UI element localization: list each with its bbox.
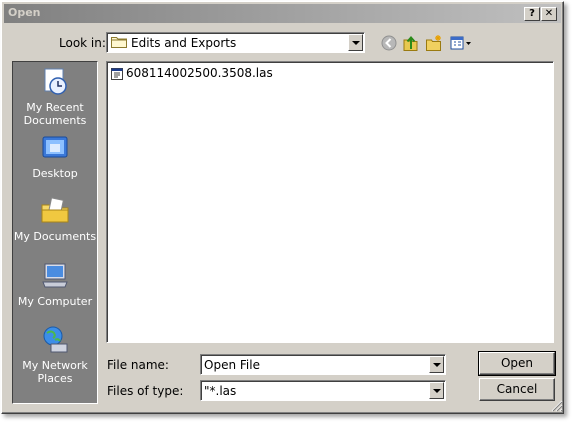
file-name-field[interactable]: Open File — [200, 354, 446, 375]
files-of-type-dropdown[interactable]: "*.las — [200, 380, 446, 401]
dialog-title: Open — [8, 6, 41, 19]
place-label: My Documents — [13, 230, 97, 243]
look-in-dropdown[interactable]: Edits and Exports — [106, 32, 365, 53]
file-list[interactable]: 608114002500.3508.las — [106, 61, 554, 343]
chevron-down-icon[interactable] — [348, 34, 363, 51]
places-bar: My Recent Documents Desktop My Documents… — [12, 61, 98, 404]
title-bar[interactable]: Open ? ✕ — [4, 4, 561, 23]
place-my-documents[interactable]: My Documents — [13, 195, 97, 243]
place-label: My Recent Documents — [23, 101, 87, 127]
place-my-network-places[interactable]: My Network Places — [13, 324, 97, 385]
place-label: My Computer — [17, 295, 93, 308]
place-desktop[interactable]: Desktop — [13, 132, 97, 180]
file-name: 608114002500.3508.las — [126, 66, 273, 80]
chevron-down-icon[interactable] — [429, 382, 444, 399]
my-computer-icon — [42, 263, 68, 288]
file-name-label: File name: — [107, 358, 169, 372]
new-folder-icon[interactable] — [425, 34, 443, 52]
las-file-icon — [111, 67, 123, 80]
network-places-icon — [43, 326, 68, 353]
resize-grip-icon[interactable] — [551, 400, 563, 412]
recent-documents-icon — [44, 68, 67, 95]
look-in-label: Look in: — [59, 36, 106, 50]
up-folder-icon[interactable] — [402, 34, 420, 52]
files-of-type-label: Files of type: — [107, 384, 184, 398]
place-label: My Network Places — [22, 359, 88, 385]
place-label: Desktop — [32, 167, 78, 180]
place-my-computer[interactable]: My Computer — [13, 260, 97, 308]
chevron-down-icon[interactable] — [429, 356, 444, 373]
file-name-value: Open File — [204, 358, 260, 372]
my-documents-icon — [41, 197, 69, 223]
look-in-value: Edits and Exports — [131, 36, 237, 50]
back-icon[interactable] — [380, 34, 398, 52]
view-menu-icon[interactable] — [449, 34, 473, 52]
open-button[interactable]: Open — [478, 351, 556, 376]
desktop-icon — [42, 136, 68, 158]
cancel-button[interactable]: Cancel — [479, 378, 555, 401]
close-button[interactable]: ✕ — [541, 7, 557, 21]
help-button[interactable]: ? — [524, 7, 540, 21]
folder-icon — [111, 37, 127, 48]
place-my-recent-documents[interactable]: My Recent Documents — [13, 66, 97, 127]
list-item[interactable]: 608114002500.3508.las — [111, 66, 273, 80]
files-of-type-value: "*.las — [204, 384, 237, 398]
